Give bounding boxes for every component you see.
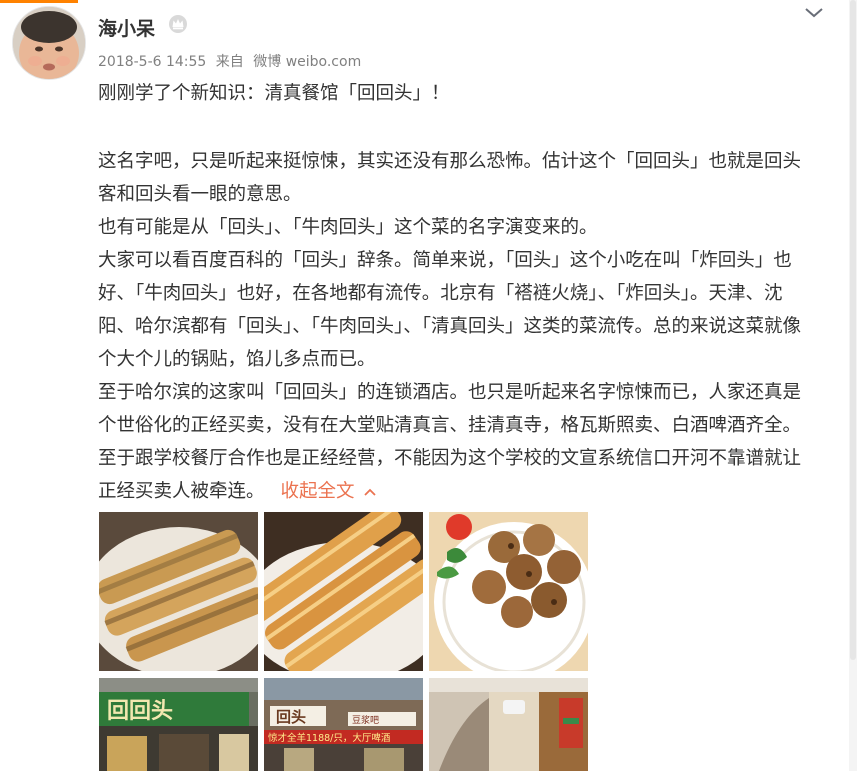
photo-1[interactable] [99,512,258,671]
timestamp[interactable]: 2018-5-6 14:55 [98,54,206,70]
paragraph-4-text: 至于哈尔滨的这家叫「回回头」的连锁酒店。也只是听起来名字惊悚而已，人家还真是个世… [98,382,802,502]
banner-text: 惊才全羊1188/只，大厅啤酒 [268,732,391,744]
sign-text-1: 回回头 [107,698,173,724]
avatar[interactable] [12,6,86,80]
post-body: 这名字吧，只是听起来挺惊悚，其实还没有那么恐怖。估计这个「回回头」也就是回头客和… [98,145,818,508]
post-meta: 2018-5-6 14:55 来自 微博 weibo.com [98,51,361,71]
collapse-button[interactable]: 收起全文 [281,481,377,502]
photo-5[interactable]: 回头 豆浆吧 惊才全羊1188/只，大厅啤酒 [264,678,423,771]
username[interactable]: 海小呆 [98,14,155,41]
source-prefix: 来自 [215,54,244,70]
source-link[interactable]: 微博 weibo.com [253,54,361,70]
post-headline: 刚刚学了个新知识：清真餐馆「回回头」！ [98,83,450,104]
scrollbar[interactable] [849,0,857,771]
paragraph-3: 大家可以看百度百科的「回头」辞条。简单来说，「回头」这个小吃在叫「炸回头」也好、… [98,250,802,370]
paragraph-1: 这名字吧，只是听起来挺惊悚，其实还没有那么恐怖。估计这个「回回头」也就是回头客和… [98,151,802,205]
chevron-up-icon [363,488,376,496]
collapse-label: 收起全文 [280,481,355,502]
photo-2[interactable] [264,512,423,671]
chevron-down-icon[interactable] [803,5,825,21]
photo-4[interactable]: 回回头 [99,678,258,771]
photo-3[interactable] [429,512,588,671]
paragraph-4: 至于哈尔滨的这家叫「回回头」的连锁酒店。也只是听起来名字惊悚而已，人家还真是个世… [98,376,818,508]
photo-6[interactable] [429,678,588,771]
top-accent-bar [0,0,78,3]
sign-subtext-2: 豆浆吧 [352,714,379,726]
paragraph-2: 也有可能是从「回头」、「牛肉回头」这个菜的名字演变来的。 [98,217,598,238]
scrollbar-thumb[interactable] [850,0,856,660]
sign-text-2: 回头 [276,708,306,726]
crown-icon [169,15,187,33]
